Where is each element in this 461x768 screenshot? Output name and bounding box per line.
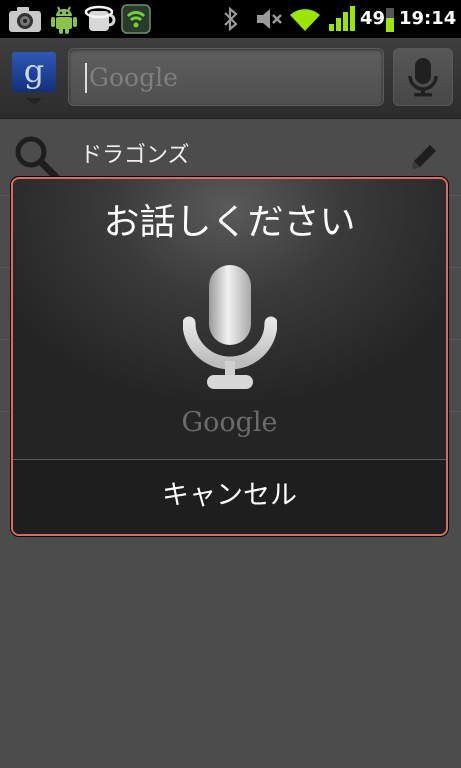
network-shield-icon (121, 4, 151, 34)
microphone-icon (408, 58, 438, 97)
edit-query-icon[interactable] (406, 139, 442, 175)
wifi-icon (290, 9, 320, 31)
screen: 49 19:14 g Google ドラゴンズ お話しください Google キ… (0, 0, 461, 768)
bluetooth-icon (224, 6, 238, 32)
suggestion-text: ドラゴンズ (80, 143, 190, 168)
mute-icon (257, 9, 282, 29)
android-icon (51, 6, 77, 34)
voice-search-button[interactable] (393, 48, 453, 106)
google-logo: Google (181, 407, 278, 438)
dialog-title: お話しください (103, 202, 356, 243)
camera-icon (9, 7, 41, 32)
search-input[interactable]: Google (68, 48, 384, 106)
signal-icon (329, 6, 355, 31)
search-source-button[interactable]: g (12, 52, 56, 106)
status-bar: 49 19:14 (0, 0, 461, 38)
cancel-button[interactable]: キャンセル (13, 460, 446, 534)
battery-level: 49 (360, 8, 386, 29)
cancel-button-label: キャンセル (162, 480, 297, 511)
sync-icon (84, 5, 116, 31)
search-placeholder: Google (89, 63, 178, 92)
battery-icon (386, 8, 394, 32)
search-header: g Google (0, 38, 461, 119)
text-cursor (85, 63, 87, 93)
clock: 19:14 (399, 8, 457, 29)
dropdown-arrow-icon (26, 98, 42, 105)
google-g-icon: g (12, 52, 56, 92)
search-icon (15, 136, 60, 181)
microphone-icon (183, 265, 277, 389)
voice-search-dialog: お話しください Google キャンセル (11, 177, 448, 536)
